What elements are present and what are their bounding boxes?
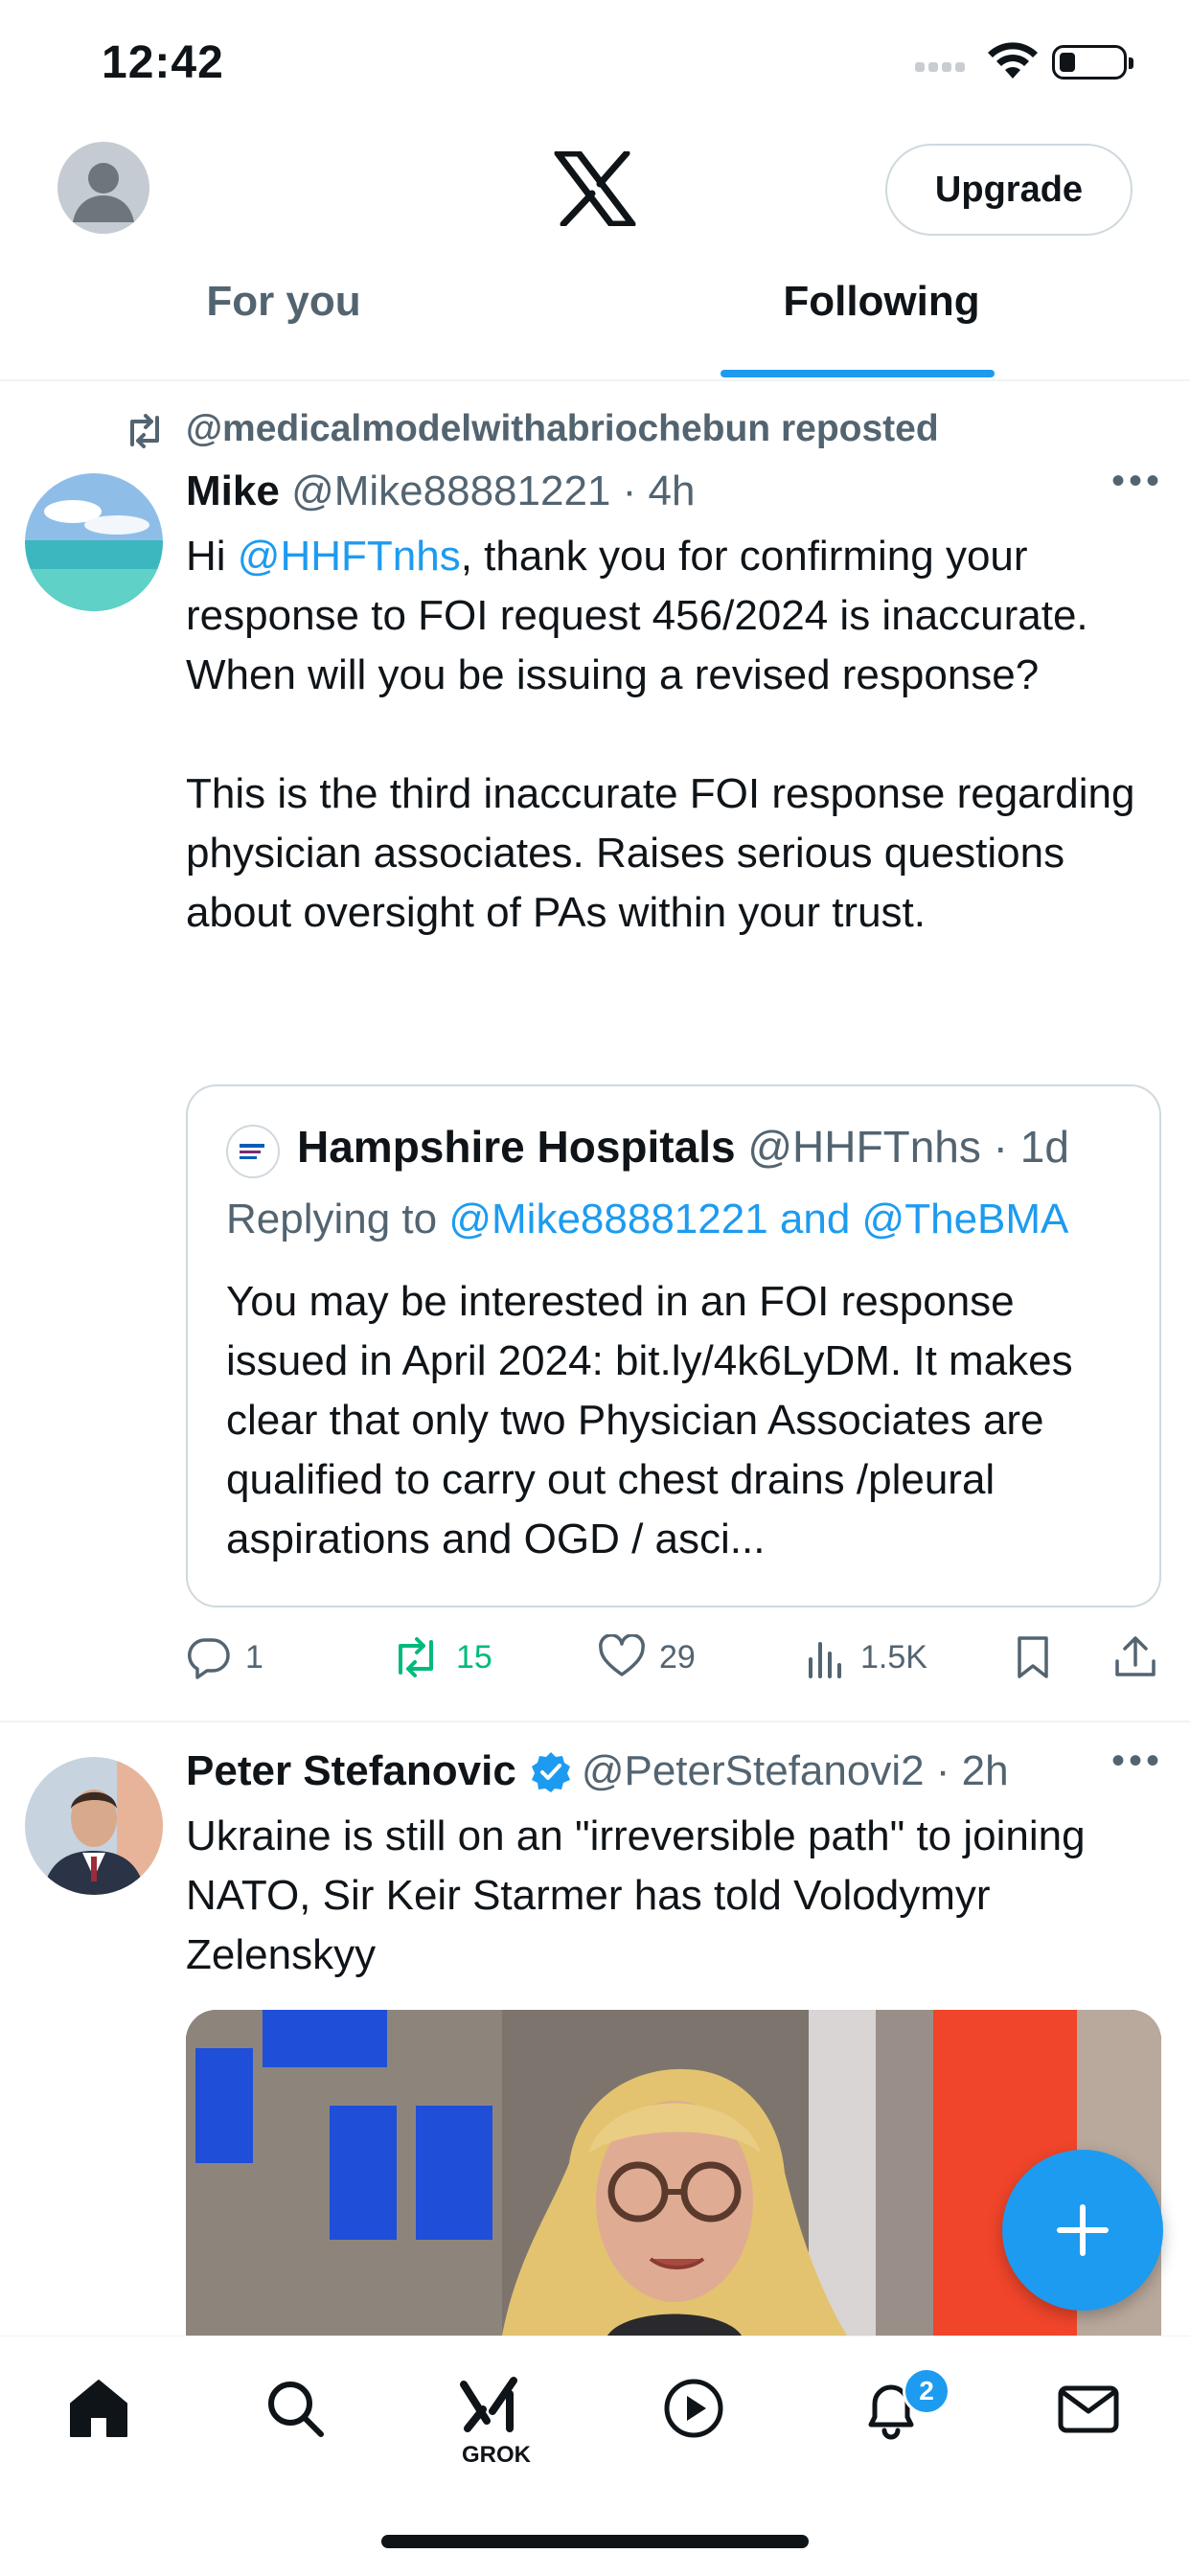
quoted-handle-time: @HHFTnhs · 1d — [747, 1122, 1069, 1172]
cellular-signal-icon — [915, 59, 971, 77]
repost-button[interactable]: 15 — [389, 1629, 492, 1686]
tweet-media-image[interactable] — [186, 2010, 1161, 2336]
tweet-text: Ukraine is still on an "irreversible pat… — [186, 1812, 1086, 1978]
default-avatar-icon — [73, 163, 134, 222]
home-icon — [70, 2380, 127, 2437]
nav-video[interactable] — [648, 2375, 740, 2471]
reply-icon — [188, 1638, 230, 1679]
avatar[interactable] — [25, 473, 163, 611]
avatar-ocean-image — [25, 473, 163, 611]
wifi-icon — [988, 42, 1038, 79]
views-count: 1.5K — [860, 1638, 927, 1676]
replying-to-targets[interactable]: @Mike88881221 and @TheBMA — [448, 1196, 1068, 1242]
quoted-text: You may be interested in an FOI response… — [226, 1278, 1073, 1562]
search-icon — [268, 2382, 324, 2437]
compose-button[interactable] — [1002, 2150, 1163, 2311]
grok-icon — [460, 2377, 517, 2432]
share-button[interactable] — [1113, 1629, 1171, 1686]
nav-search[interactable] — [249, 2375, 341, 2471]
nav-messages[interactable] — [1042, 2375, 1134, 2471]
plus-icon — [1057, 2204, 1109, 2256]
more-options-icon[interactable]: ••• — [1111, 460, 1163, 503]
quoted-author-name: Hampshire Hospitals — [297, 1122, 736, 1172]
nav-grok[interactable]: GROK — [450, 2375, 542, 2471]
avatar[interactable] — [25, 1757, 163, 1895]
views-button[interactable]: 1.5K — [805, 1629, 927, 1686]
tab-following[interactable]: Following — [594, 278, 1169, 374]
divider — [0, 379, 1190, 381]
play-circle-icon — [664, 2379, 723, 2438]
battery-icon — [1052, 45, 1133, 80]
status-time: 12:42 — [102, 37, 224, 88]
tweet-header: Peter Stefanovic @PeterStefanovi2 · 2h — [186, 1747, 1009, 1795]
replying-to: Replying to @Mike88881221 and @TheBMA — [226, 1196, 1068, 1243]
heart-icon — [599, 1634, 645, 1676]
reply-count: 1 — [245, 1638, 263, 1676]
author-name[interactable]: Mike — [186, 467, 280, 514]
share-icon — [1115, 1636, 1156, 1676]
news-photo-image — [186, 2010, 1161, 2336]
hospital-logo — [226, 1125, 280, 1178]
avatar-portrait-image — [25, 1757, 163, 1895]
repost-icon — [399, 1637, 433, 1677]
home-indicator — [381, 2535, 809, 2548]
status-bar: 12:42 — [0, 0, 1190, 134]
grok-label: GROK — [462, 2442, 531, 2468]
author-handle-time: @Mike88881221 · 4h — [291, 467, 696, 514]
replying-to-prefix: Replying to — [226, 1196, 449, 1242]
profile-avatar[interactable] — [57, 142, 149, 234]
more-options-icon[interactable]: ••• — [1111, 1740, 1163, 1783]
tweet-text-paragraph: This is the third inaccurate FOI respons… — [186, 770, 1135, 936]
repost-count: 15 — [456, 1638, 492, 1676]
like-button[interactable]: 29 — [598, 1629, 696, 1686]
upgrade-button[interactable]: Upgrade — [885, 144, 1133, 236]
bookmark-button[interactable] — [1014, 1629, 1065, 1686]
tweet-text: Hi @HHFTnhs, thank you for confirming yo… — [186, 527, 1163, 943]
x-logo-icon[interactable] — [554, 151, 636, 226]
nav-home[interactable] — [53, 2375, 145, 2471]
author-name[interactable]: Peter Stefanovic — [186, 1747, 516, 1795]
nav-notifications[interactable]: 2 — [845, 2367, 950, 2471]
repost-icon — [130, 414, 159, 448]
repost-attribution[interactable]: @medicalmodelwithabriochebun reposted — [186, 408, 939, 450]
reply-button[interactable]: 1 — [186, 1629, 263, 1686]
tab-for-you[interactable]: For you — [0, 278, 567, 374]
mail-icon — [1058, 2385, 1119, 2433]
quoted-header: Hampshire Hospitals @HHFTnhs · 1d — [297, 1121, 1069, 1173]
notification-badge: 2 — [903, 2367, 950, 2415]
views-icon — [809, 1642, 841, 1678]
divider — [0, 1721, 1190, 1722]
author-handle-time: @PeterStefanovi2 · 2h — [581, 1747, 1009, 1794]
active-tab-indicator — [721, 370, 995, 377]
quoted-tweet[interactable]: Hampshire Hospitals @HHFTnhs · 1d Replyi… — [186, 1084, 1161, 1607]
verified-badge-icon — [531, 1752, 570, 1792]
bookmark-icon — [1018, 1636, 1048, 1678]
tweet-text-prefix: Hi — [186, 533, 238, 580]
mention-link[interactable]: @HHFTnhs — [238, 533, 461, 580]
tweet-header: Mike @Mike88881221 · 4h — [186, 467, 695, 515]
like-count: 29 — [659, 1638, 696, 1676]
